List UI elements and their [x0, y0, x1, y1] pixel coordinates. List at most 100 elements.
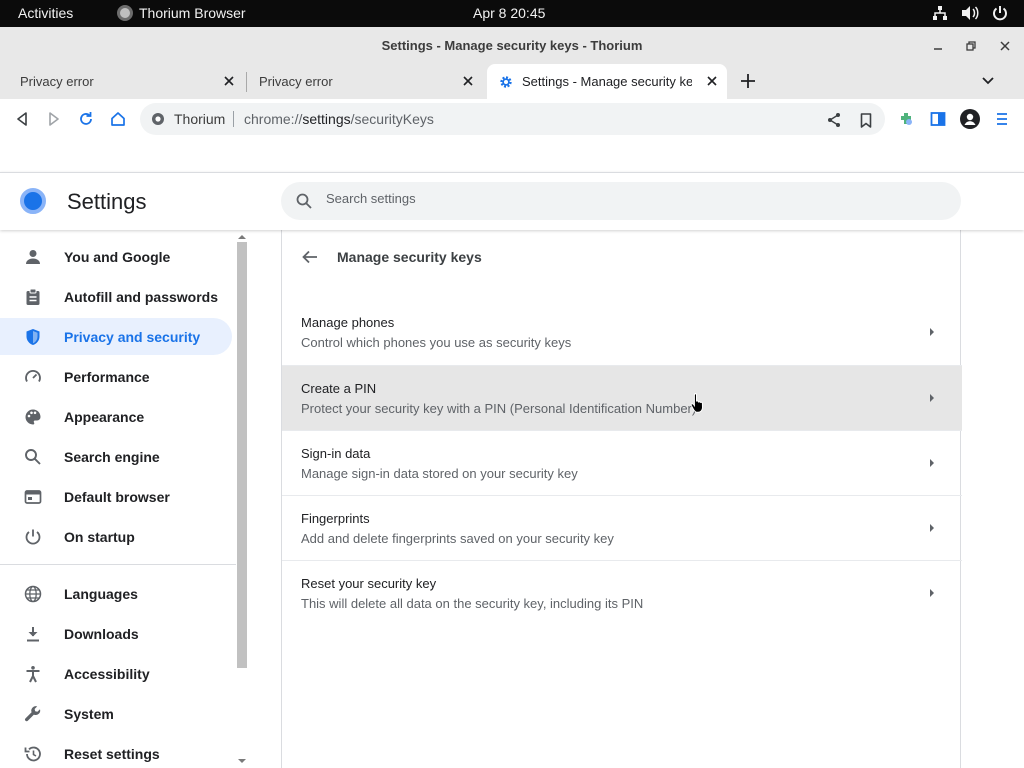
accessibility-icon	[26, 666, 40, 683]
tab-close-button[interactable]	[222, 74, 236, 88]
search-input[interactable]	[326, 191, 926, 206]
chevron-right-icon	[930, 524, 934, 532]
sidebar-item-label: System	[64, 706, 114, 722]
sidebar-scrollbar[interactable]	[236, 230, 249, 768]
extension-button[interactable]	[896, 109, 916, 129]
sidebar-item-accessibility[interactable]: Accessibility	[0, 655, 232, 692]
row-title: Fingerprints	[301, 511, 370, 526]
share-button[interactable]	[824, 110, 844, 130]
sidebar-item-label: Privacy and security	[64, 329, 201, 345]
back-button[interactable]	[12, 109, 32, 129]
hamburger-menu-icon	[997, 113, 1007, 125]
volume-icon	[962, 6, 979, 20]
row-title: Manage phones	[301, 315, 395, 330]
palette-icon	[25, 409, 41, 425]
row-title: Create a PIN	[301, 381, 377, 396]
row-fingerprints[interactable]: Fingerprints Add and delete fingerprints…	[282, 495, 962, 560]
sidebar-item-downloads[interactable]: Downloads	[0, 615, 232, 652]
forward-triangle-icon	[49, 112, 59, 126]
tab-label: Settings - Manage security keys - Thoriu…	[522, 74, 692, 89]
settings-logo-icon	[20, 188, 46, 214]
close-icon	[224, 76, 234, 86]
settings-sidebar: You and Google Autofill and passwords Pr…	[0, 230, 236, 768]
sidebar-item-label: Appearance	[64, 409, 145, 425]
sidebar-item-label: Autofill and passwords	[64, 289, 219, 305]
address-bar[interactable]: Thorium chrome://settings/securityKeys	[140, 103, 885, 135]
back-arrow-icon[interactable]	[301, 248, 319, 266]
sidebar-item-label: Default browser	[64, 489, 170, 505]
minimize-icon	[934, 48, 942, 50]
close-icon	[463, 76, 473, 86]
address-separator	[233, 111, 234, 127]
row-subtitle: Manage sign-in data stored on your secur…	[301, 466, 578, 481]
sidebar-item-on-startup[interactable]: On startup	[0, 518, 232, 555]
tab-privacy-error-2[interactable]: Privacy error	[247, 64, 483, 99]
globe-icon	[24, 585, 42, 603]
side-panel-icon	[930, 112, 946, 126]
forward-button[interactable]	[44, 109, 64, 129]
thorium-app-icon	[117, 5, 133, 21]
bookmark-button[interactable]	[856, 110, 876, 130]
sidebar-item-label: Reset settings	[64, 746, 160, 762]
scroll-down-arrow-icon[interactable]	[238, 757, 246, 765]
url-text[interactable]: chrome://settings/securityKeys	[244, 111, 434, 127]
tab-strip: Privacy error Privacy error Settings - M…	[0, 64, 1024, 99]
row-create-pin[interactable]: Create a PIN Protect your security key w…	[282, 365, 962, 430]
side-panel-button[interactable]	[928, 109, 948, 129]
row-reset-security-key[interactable]: Reset your security key This will delete…	[282, 560, 962, 625]
close-icon	[1000, 41, 1010, 51]
sidebar-item-appearance[interactable]: Appearance	[0, 398, 232, 435]
home-icon	[111, 112, 125, 126]
app-name: Thorium Browser	[139, 5, 246, 21]
sidebar-item-label: You and Google	[64, 249, 171, 265]
row-subtitle: This will delete all data on the securit…	[301, 596, 644, 611]
sidebar-item-you-and-google[interactable]: You and Google	[0, 238, 232, 275]
row-manage-phones[interactable]: Manage phones Control which phones you u…	[282, 300, 962, 365]
subpage-title: Manage security keys	[337, 249, 482, 265]
tab-close-button[interactable]	[461, 74, 475, 88]
chevron-down-icon	[982, 77, 994, 85]
menu-button[interactable]	[992, 109, 1012, 129]
sidebar-item-label: On startup	[64, 529, 135, 545]
sidebar-item-default-browser[interactable]: Default browser	[0, 478, 232, 515]
speedometer-icon	[25, 370, 41, 382]
system-tray[interactable]	[932, 5, 1008, 21]
tab-close-button[interactable]	[705, 74, 719, 88]
sidebar-item-autofill[interactable]: Autofill and passwords	[0, 278, 232, 315]
tab-label: Privacy error	[20, 74, 94, 89]
row-subtitle: Control which phones you use as security…	[301, 335, 572, 350]
scroll-up-arrow-icon[interactable]	[238, 233, 246, 241]
sidebar-item-label: Performance	[64, 369, 150, 385]
security-keys-card: Manage security keys Manage phones Contr…	[281, 230, 962, 768]
tab-settings-security-keys[interactable]: Settings - Manage security keys - Thoriu…	[487, 64, 727, 99]
maximize-button[interactable]	[963, 38, 979, 54]
close-window-button[interactable]	[997, 38, 1013, 54]
row-sign-in-data[interactable]: Sign-in data Manage sign-in data stored …	[282, 430, 962, 495]
sidebar-item-reset-settings[interactable]: Reset settings	[0, 735, 232, 768]
activities-button[interactable]: Activities	[18, 5, 73, 21]
thorium-site-icon	[152, 113, 164, 125]
sidebar-item-search-engine[interactable]: Search engine	[0, 438, 232, 475]
scrollbar-thumb[interactable]	[237, 242, 247, 668]
clock[interactable]: Apr 8 20:45	[473, 5, 545, 21]
search-icon	[25, 449, 41, 465]
bookmarks-bar-area	[0, 139, 1024, 172]
sidebar-item-privacy-and-security[interactable]: Privacy and security	[0, 318, 232, 355]
tab-privacy-error-1[interactable]: Privacy error	[8, 64, 244, 99]
minimize-button[interactable]	[930, 38, 946, 54]
restore-icon	[966, 41, 976, 51]
shield-icon	[26, 329, 40, 345]
chevron-right-icon	[930, 459, 934, 467]
home-button[interactable]	[108, 109, 128, 129]
sidebar-item-label: Search engine	[64, 449, 160, 465]
new-tab-button[interactable]	[738, 71, 758, 91]
sidebar-item-performance[interactable]: Performance	[0, 358, 232, 395]
sidebar-item-system[interactable]: System	[0, 695, 232, 732]
app-menu[interactable]: Thorium Browser	[117, 5, 246, 21]
row-subtitle: Protect your security key with a PIN (Pe…	[301, 401, 697, 416]
reload-button[interactable]	[76, 109, 96, 129]
sidebar-item-languages[interactable]: Languages	[0, 575, 232, 612]
profile-button[interactable]	[960, 109, 980, 129]
tab-search-button[interactable]	[978, 71, 998, 91]
settings-search[interactable]	[281, 182, 961, 220]
